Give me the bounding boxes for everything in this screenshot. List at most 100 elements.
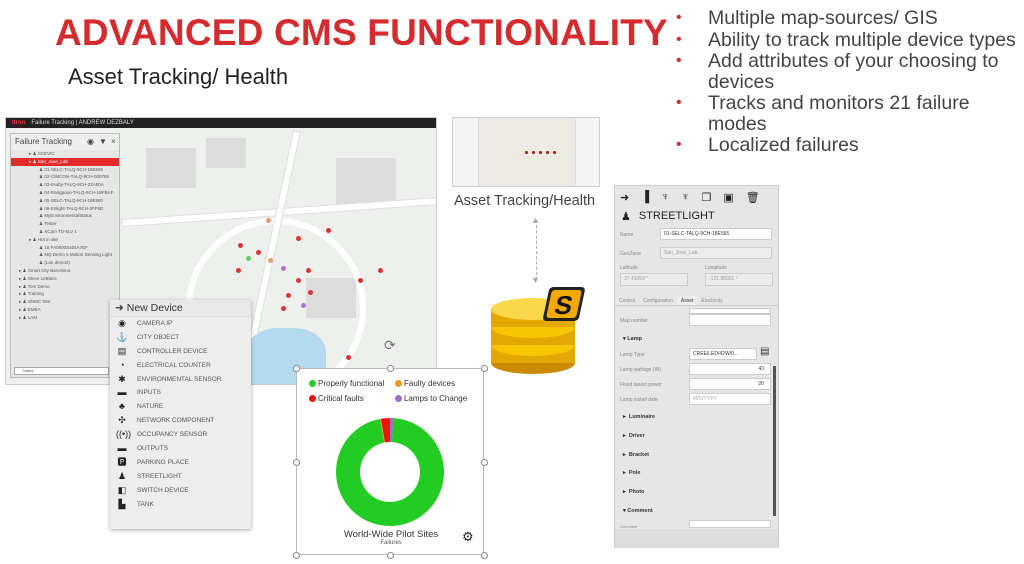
tree-item[interactable]: ♟ 04-Rangpoon-TALQ-9CH-1BFBAF xyxy=(11,189,119,197)
section-bracket[interactable]: ▸ Bracket xyxy=(623,452,649,458)
device-type-item[interactable]: ◔ ELECTRICAL COUNTER xyxy=(110,359,251,373)
name-field[interactable]: 01-SELC-TALQ-9CH-18E565 xyxy=(660,228,772,240)
copy-icon[interactable]: ❐ xyxy=(702,191,712,204)
resize-handle[interactable] xyxy=(481,459,488,466)
arrow-right-circle-icon[interactable]: ➜ xyxy=(620,191,629,204)
device-type-item[interactable]: ♣ NATURE xyxy=(110,400,251,414)
map-marker[interactable] xyxy=(266,218,271,223)
controller-icon[interactable]: ▐ xyxy=(641,191,649,203)
map-marker[interactable] xyxy=(268,258,273,263)
tree-item[interactable]: ♟ 16 FA0000S404A7EF xyxy=(11,244,119,252)
gear-icon[interactable]: ⚙ xyxy=(462,529,474,545)
resize-handle[interactable] xyxy=(481,365,488,372)
tree-item[interactable]: ▸ ♟ Tom Demo xyxy=(11,283,119,291)
resize-handle[interactable] xyxy=(293,365,300,372)
section-comment[interactable]: ▾ Comment xyxy=(623,508,653,514)
close-icon[interactable]: × xyxy=(111,134,116,150)
resize-handle[interactable] xyxy=(387,552,394,559)
scrollbar[interactable] xyxy=(773,366,776,516)
map-marker[interactable] xyxy=(358,278,363,283)
resize-handle[interactable] xyxy=(481,552,488,559)
device-type-item[interactable]: ((•)) OCCUPANCY SENSOR xyxy=(110,428,251,442)
tree-item[interactable]: ♟ MyEnvironmentalStatus xyxy=(11,212,119,220)
device-type-label: OCCUPANCY SENSOR xyxy=(137,431,208,439)
device-type-item[interactable]: ▤ CONTROLLER DEVICE xyxy=(110,345,251,359)
map-marker[interactable] xyxy=(256,250,261,255)
tree-item[interactable]: ▸ ♟ LAM xyxy=(11,314,119,322)
section-pole[interactable]: ▸ Pole xyxy=(623,470,640,476)
tree-item[interactable]: ▸ ♟ SCEVIC xyxy=(11,150,119,158)
lamp-type-select[interactable]: CREE/LED/42W/0... xyxy=(689,348,757,360)
section-lamp[interactable]: ▾ Lamp xyxy=(623,336,642,342)
map-marker[interactable] xyxy=(281,306,286,311)
tree-item[interactable]: ▸ ♟ Smart City Barcelona xyxy=(11,267,119,275)
device-type-item[interactable]: ♟ STREETLIGHT xyxy=(110,470,251,484)
lamp-wattage-stepper[interactable]: 43 xyxy=(689,363,771,375)
map-marker[interactable] xyxy=(286,293,291,298)
comment-field[interactable] xyxy=(689,520,771,528)
device-type-item[interactable]: ⚓ CITY OBJECT xyxy=(110,331,251,345)
legend-item: Critical faults xyxy=(309,394,364,403)
tree-item[interactable]: ♟ 01-SELC-TALQ-9CH-18E565 xyxy=(11,166,119,174)
tab-control[interactable]: Control xyxy=(615,296,639,305)
edit-list-icon[interactable]: ▤ xyxy=(760,346,769,357)
tree-item-label: 16 FA0000S404A7EF xyxy=(44,244,88,250)
map-marker[interactable] xyxy=(378,268,383,273)
map-marker[interactable] xyxy=(306,268,311,273)
device-type-item[interactable]: 🅿 PARKING PLACE xyxy=(110,456,251,470)
map-marker[interactable] xyxy=(246,256,251,261)
panel-toolbar: ➜ ▐ ♆ ♆ ❐ ▣ 🗑 xyxy=(615,186,778,208)
trash-icon[interactable]: 🗑 xyxy=(746,191,760,204)
save-icon[interactable]: ▣ xyxy=(723,191,733,204)
tree-item[interactable]: ♟ XCam TD-5LV 1 xyxy=(11,228,119,236)
section-photo[interactable]: ▸ Photo xyxy=(623,489,644,495)
tree-item[interactable]: ▸ ♟ Steve LeBlanc xyxy=(11,275,119,283)
tree-item[interactable]: ▸ ♟ San_Jose_Lab xyxy=(11,157,119,166)
section-driver[interactable]: ▸ Driver xyxy=(623,433,645,439)
rotate-handle-icon[interactable]: ⟳ xyxy=(384,337,396,354)
map-marker[interactable] xyxy=(326,228,331,233)
device-type-item[interactable]: ▬ OUTPUTS xyxy=(110,442,251,456)
resize-handle[interactable] xyxy=(293,459,300,466)
tree-item[interactable]: ♟ 06-Enlight-TALQ-9CH-2FF6D xyxy=(11,205,119,213)
map-marker[interactable] xyxy=(346,355,351,360)
device-type-item[interactable]: ◧ SWITCH DEVICE xyxy=(110,484,251,498)
tree-item[interactable]: ▸ ♟ SNMC Test xyxy=(11,298,119,306)
tab-configuration[interactable]: Configuration xyxy=(639,296,677,305)
device-type-item[interactable]: ✱ ENVIRONMENTAL SENSOR xyxy=(110,373,251,387)
globe-icon[interactable]: ◉ xyxy=(87,134,94,150)
map-marker[interactable] xyxy=(236,268,241,273)
tree-item[interactable]: ♟ (Lan demo2) xyxy=(11,259,119,267)
tab-electricity[interactable]: Electricity xyxy=(697,296,726,305)
anchor-icon: ⚓ xyxy=(116,331,128,342)
tree-item[interactable]: ♟ Tester xyxy=(11,220,119,228)
section-luminaire[interactable]: ▸ Luminaire xyxy=(623,414,655,420)
map-marker[interactable] xyxy=(308,290,313,295)
device-type-item[interactable]: ▬ INPUTS xyxy=(110,386,251,400)
tab-asset[interactable]: Asset xyxy=(676,296,698,305)
map-marker[interactable] xyxy=(238,243,243,248)
search-input[interactable]: Name xyxy=(14,367,109,375)
tree-item[interactable]: ▸ ♟ Hot in site xyxy=(11,236,119,244)
device-type-item[interactable]: ◉ CAMERA IP xyxy=(110,317,251,331)
tree-item[interactable]: ▸ ♟ EMEA xyxy=(11,306,119,314)
tree-item[interactable]: ▸ ♟ Training xyxy=(11,290,119,298)
resize-handle[interactable] xyxy=(387,365,394,372)
resize-handle[interactable] xyxy=(293,552,300,559)
fixed-power-stepper[interactable]: 20 xyxy=(689,378,771,390)
bulb-add-icon[interactable]: ♆ xyxy=(661,191,669,203)
tree-item[interactable]: ♟ 05-SELC-TALQ-9CH-18E580 xyxy=(11,197,119,205)
tree-item[interactable]: ♟ 03-Itsuby-TALQ-9CH-22A80A xyxy=(11,181,119,189)
tree-item[interactable]: ♟ MQ Demo 5 Motion Sensing Light xyxy=(11,251,119,259)
map-marker[interactable] xyxy=(301,303,306,308)
map-marker[interactable] xyxy=(296,236,301,241)
filter-icon[interactable]: ▼ xyxy=(99,134,107,150)
map-number-field[interactable] xyxy=(689,314,771,326)
bulb-move-icon[interactable]: ♆ xyxy=(681,191,689,203)
device-type-item[interactable]: ▙ TANK xyxy=(110,498,251,512)
map-marker[interactable] xyxy=(281,266,286,271)
install-date-field[interactable]: M/D/YYYY xyxy=(689,393,771,405)
tree-item[interactable]: ♟ 02-CIMCON-TALQ-9CH-000765 xyxy=(11,173,119,181)
device-type-item[interactable]: ✣ NETWORK COMPONENT xyxy=(110,414,251,428)
map-marker[interactable] xyxy=(296,278,301,283)
